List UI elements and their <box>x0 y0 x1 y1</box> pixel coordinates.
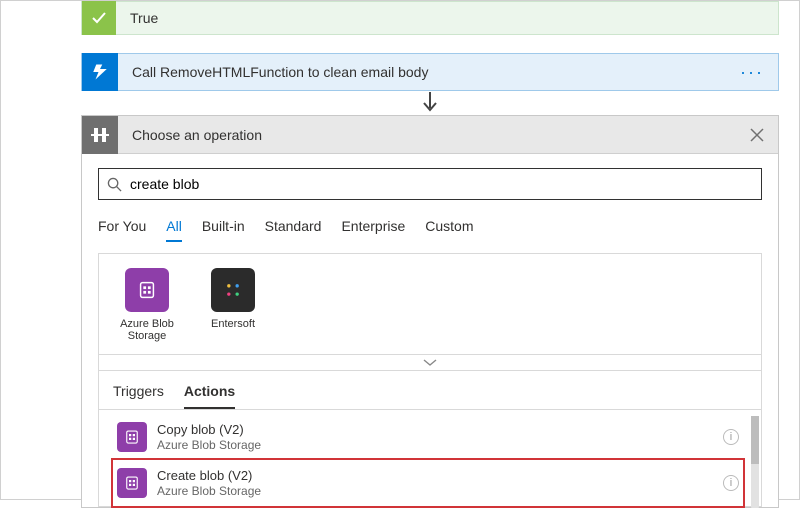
action-create-blob-v2-[interactable]: Create blob (V2)Azure Blob Storage i <box>113 460 743 506</box>
condition-true-header[interactable]: True <box>81 1 779 35</box>
filter-tab-for-you[interactable]: For You <box>98 212 146 242</box>
action-card-remove-html[interactable]: Call RemoveHTMLFunction to clean email b… <box>81 53 779 91</box>
choose-operation-body: For You All Built-in Standard Enterprise Cust… <box>82 154 778 507</box>
expand-connectors-icon[interactable] <box>99 354 761 370</box>
action-item-title: Copy blob (V2) <box>157 422 261 438</box>
action-list: Copy blob (V2)Azure Blob StorageiCreate … <box>99 409 761 506</box>
connector-entersoft[interactable]: Entersoft <box>197 268 269 342</box>
connector-label: Azure Blob Storage <box>111 318 183 342</box>
close-icon[interactable] <box>736 128 778 142</box>
action-item-subtitle: Azure Blob Storage <box>157 438 261 452</box>
info-icon[interactable]: i <box>723 429 739 445</box>
filter-tabs: For You All Built-in Standard Enterprise Cust… <box>98 212 762 243</box>
subtab-triggers[interactable]: Triggers <box>113 377 164 409</box>
connector-label: Entersoft <box>197 318 269 330</box>
triggers-actions-tabs: Triggers Actions <box>99 370 761 409</box>
connector-grid: Azure Blob Storage Entersoft <box>99 254 761 354</box>
results-box: Azure Blob Storage Entersoft Triggers Acti… <box>98 253 762 507</box>
search-box[interactable] <box>98 168 762 200</box>
choose-operation-panel: Choose an operation For You All Built-in St… <box>81 115 779 508</box>
condition-title: True <box>116 10 158 26</box>
azure-blob-storage-icon <box>125 268 169 312</box>
search-icon <box>107 177 122 192</box>
choose-operation-header: Choose an operation <box>82 116 778 154</box>
azure-function-icon <box>82 53 118 91</box>
flow-arrow <box>81 91 779 115</box>
choose-operation-title: Choose an operation <box>118 127 736 143</box>
filter-tab-built-in[interactable]: Built-in <box>202 212 245 242</box>
checkmark-icon <box>82 1 116 35</box>
search-input[interactable] <box>122 176 753 192</box>
action-copy-blob-v2-[interactable]: Copy blob (V2)Azure Blob Storage i <box>113 414 743 460</box>
action-item-title: Create blob (V2) <box>157 468 261 484</box>
scrollbar[interactable] <box>751 416 759 508</box>
operation-icon <box>82 116 118 154</box>
filter-tab-custom[interactable]: Custom <box>425 212 473 242</box>
filter-tab-standard[interactable]: Standard <box>265 212 322 242</box>
more-menu-icon[interactable]: ··· <box>726 62 778 83</box>
action-card-title: Call RemoveHTMLFunction to clean email b… <box>118 64 726 80</box>
azure-blob-storage-icon <box>117 468 147 498</box>
connector-azure-blob-storage[interactable]: Azure Blob Storage <box>111 268 183 342</box>
subtab-actions[interactable]: Actions <box>184 377 235 409</box>
scrollbar-thumb[interactable] <box>751 416 759 464</box>
filter-tab-enterprise[interactable]: Enterprise <box>341 212 405 242</box>
action-item-subtitle: Azure Blob Storage <box>157 484 261 498</box>
entersoft-icon <box>211 268 255 312</box>
designer-canvas: True Call RemoveHTMLFunction to clean em… <box>81 1 779 508</box>
filter-tab-all[interactable]: All <box>166 212 182 242</box>
azure-blob-storage-icon <box>117 422 147 452</box>
info-icon[interactable]: i <box>723 475 739 491</box>
